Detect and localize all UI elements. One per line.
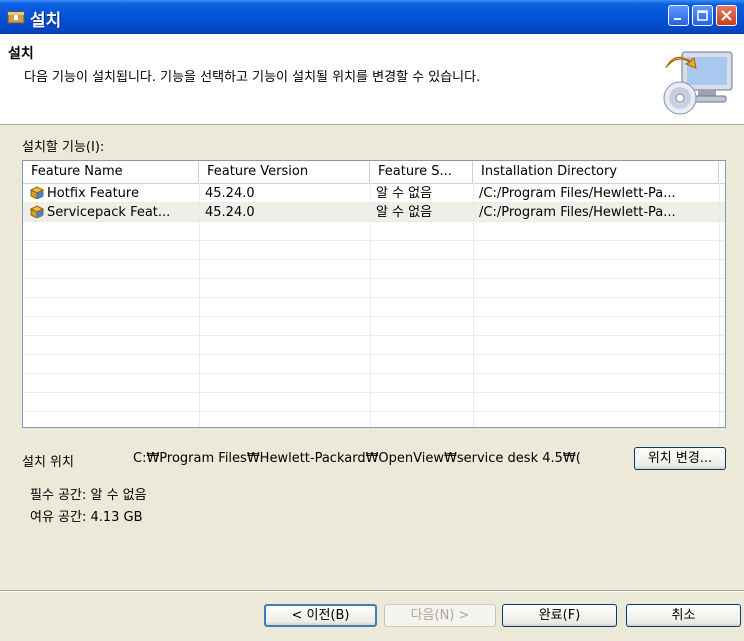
- footer-divider: [0, 590, 744, 592]
- features-table[interactable]: Feature Name Feature Version Feature S..…: [22, 160, 726, 428]
- cell-feature-version: 45.24.0: [205, 186, 255, 201]
- feature-package-icon: [29, 205, 45, 218]
- free-space-text: 여유 공간: 4.13 GB: [30, 510, 143, 525]
- page-description: 다음 기능이 설치됩니다. 기능을 선택하고 기능이 설치될 위치를 변경할 수…: [24, 70, 481, 85]
- cancel-button[interactable]: 취소: [626, 604, 741, 627]
- column-header-installation-directory[interactable]: Installation Directory: [473, 161, 719, 183]
- close-button[interactable]: [716, 5, 737, 26]
- cell-feature-status: 알 수 없음: [376, 186, 433, 201]
- install-location-label: 설치 위치: [22, 455, 74, 470]
- grid-column-line: [199, 183, 200, 427]
- grid-row-line: [23, 354, 725, 355]
- cell-installation-directory: /C:/Program Files/Hewlett-Pa...: [479, 186, 676, 201]
- title-bar[interactable]: 설치: [0, 0, 744, 34]
- minimize-icon: [674, 18, 681, 20]
- grid-column-line: [473, 183, 474, 427]
- grid-row-line: [23, 392, 725, 393]
- table-row[interactable]: Servicepack Feat... 45.24.0 알 수 없음 /C:/P…: [23, 203, 725, 222]
- required-space-text: 필수 공간: 알 수 없음: [30, 488, 147, 503]
- grid-row-line: [23, 373, 725, 374]
- cell-feature-status: 알 수 없음: [376, 205, 433, 220]
- feature-name-text: Hotfix Feature: [47, 186, 139, 201]
- feature-package-icon: [29, 186, 45, 199]
- finish-button[interactable]: 완료(F): [502, 604, 617, 627]
- column-header-feature-name[interactable]: Feature Name: [23, 161, 199, 183]
- grid-row-line: [23, 259, 725, 260]
- cell-installation-directory: /C:/Program Files/Hewlett-Pa...: [479, 205, 676, 220]
- grid-row-line: [23, 316, 725, 317]
- column-header-feature-version[interactable]: Feature Version: [199, 161, 370, 183]
- close-icon: [721, 10, 732, 21]
- grid-row-line: [23, 221, 725, 222]
- table-header: Feature Name Feature Version Feature S..…: [23, 161, 725, 184]
- cell-feature-name: Servicepack Feat...: [23, 203, 199, 222]
- minimize-button[interactable]: [668, 5, 689, 26]
- grid-row-line: [23, 278, 725, 279]
- grid-column-line: [370, 183, 371, 427]
- install-cd-computer-icon: [660, 46, 736, 118]
- page-title: 설치: [8, 46, 34, 62]
- maximize-button[interactable]: [692, 5, 713, 26]
- table-row[interactable]: Hotfix Feature 45.24.0 알 수 없음 /C:/Progra…: [23, 184, 725, 203]
- back-button[interactable]: < 이전(B): [264, 604, 377, 627]
- column-header-feature-status[interactable]: Feature S...: [370, 161, 473, 183]
- maximize-icon: [697, 10, 708, 21]
- window-title: 설치: [30, 11, 62, 31]
- grid-column-line: [719, 183, 720, 427]
- next-button[interactable]: 다음(N) >: [384, 604, 496, 627]
- cell-feature-version: 45.24.0: [205, 205, 255, 220]
- header-banner: 설치 다음 기능이 설치됩니다. 기능을 선택하고 기능이 설치될 위치를 변경…: [0, 34, 744, 125]
- cell-feature-name: Hotfix Feature: [23, 184, 199, 203]
- grid-row-line: [23, 297, 725, 298]
- install-dialog: 설치 설치 다음 기능이 설치됩니다. 기능을 선택하고 기능이 설치될 위치를…: [0, 0, 744, 641]
- grid-row-line: [23, 240, 725, 241]
- feature-name-text: Servicepack Feat...: [47, 205, 171, 220]
- installer-package-icon: [7, 9, 25, 24]
- install-location-path: C:₩Program Files₩Hewlett-Packard₩OpenVie…: [133, 451, 581, 466]
- grid-row-line: [23, 202, 725, 203]
- change-location-button[interactable]: 위치 변경...: [634, 447, 726, 470]
- grid-row-line: [23, 411, 725, 412]
- features-label: 설치할 기능(I):: [22, 140, 105, 155]
- grid-row-line: [23, 335, 725, 336]
